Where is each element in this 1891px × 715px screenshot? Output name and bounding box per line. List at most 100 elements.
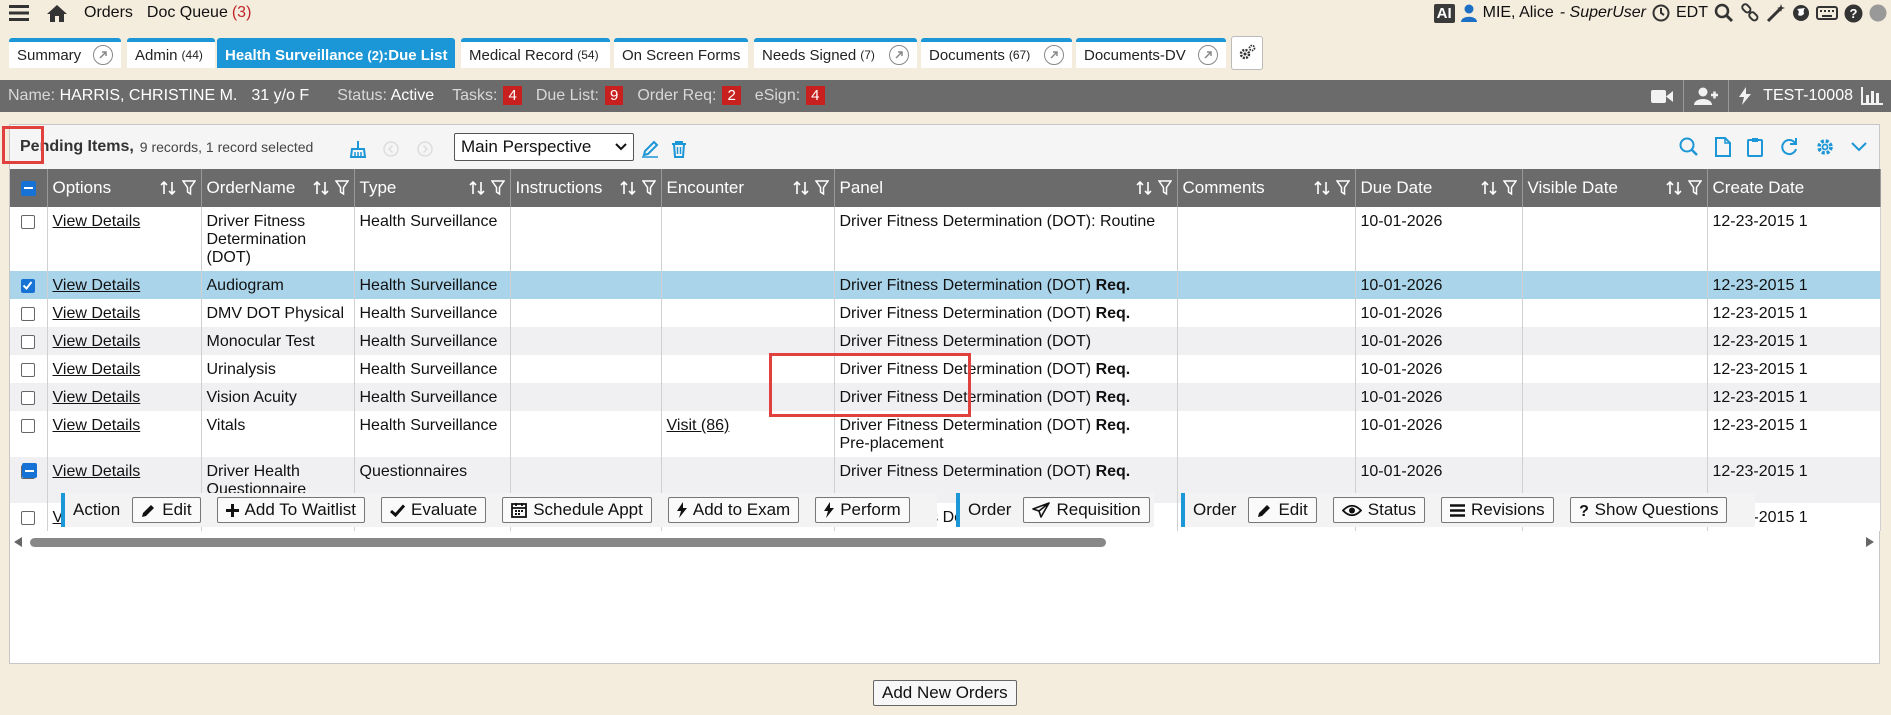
tab-admin[interactable]: Admin (44): [127, 38, 215, 68]
sort-icon[interactable]: [1313, 180, 1330, 196]
sort-icon[interactable]: [312, 180, 329, 196]
add-new-orders-button[interactable]: Add New Orders: [873, 680, 1017, 706]
tab-medical-record[interactable]: Medical Record (54): [461, 38, 610, 68]
row-checkbox[interactable]: [21, 215, 36, 229]
home-icon[interactable]: [44, 0, 70, 26]
row-checkbox-cell[interactable]: [10, 411, 48, 457]
row-checkbox-cell[interactable]: [10, 503, 48, 531]
order-edit-button[interactable]: Edit: [1248, 497, 1317, 523]
open-arrow-icon[interactable]: [889, 45, 909, 65]
lightning-icon[interactable]: [1739, 87, 1752, 105]
open-arrow-icon[interactable]: [93, 45, 113, 65]
add-to-exam-button[interactable]: Add to Exam: [667, 497, 800, 523]
table-row[interactable]: View Details Driver Fitness Determination…: [10, 207, 1881, 271]
row-checkbox[interactable]: [21, 511, 36, 525]
add-user-icon[interactable]: [1694, 87, 1719, 105]
filter-icon[interactable]: [1335, 180, 1350, 196]
tab-health-surveillance[interactable]: Health Surveillance (2):Due List: [217, 38, 455, 68]
table-row[interactable]: View Details Vitals Health Surveillance Vis…: [10, 411, 1881, 457]
filter-icon[interactable]: [1687, 180, 1702, 196]
view-details-link[interactable]: View Details: [53, 305, 141, 322]
encounter-link[interactable]: Visit (86): [667, 417, 730, 434]
user-name[interactable]: MIE, Alice: [1483, 4, 1554, 22]
tab-documents-dv[interactable]: Documents-DV: [1076, 38, 1226, 68]
column-header[interactable]: Encounter: [661, 169, 835, 207]
magic-wand-icon[interactable]: [1766, 3, 1786, 23]
trash-icon[interactable]: [671, 140, 687, 158]
sort-icon[interactable]: [1665, 180, 1682, 196]
perform-button[interactable]: Perform: [815, 497, 910, 523]
show-questions-button[interactable]: ? Show Questions: [1569, 497, 1728, 523]
row-checkbox-cell[interactable]: [10, 327, 48, 355]
table-row[interactable]: View Details Audiogram Health Surveillance…: [10, 271, 1881, 299]
status-button[interactable]: Status: [1332, 497, 1425, 523]
row-checkbox-cell[interactable]: [10, 383, 48, 411]
edit-button[interactable]: Edit: [132, 497, 201, 523]
video-camera-icon[interactable]: [1651, 89, 1674, 104]
deselect-all-checkbox[interactable]: [21, 180, 36, 196]
scroll-left-icon[interactable]: [14, 537, 22, 547]
sort-icon[interactable]: [1480, 180, 1497, 196]
esign-indicator[interactable]: eSign: 4: [755, 86, 825, 105]
doc-queue-link[interactable]: Doc Queue (3): [147, 4, 252, 22]
collapse-actions-checkbox[interactable]: [22, 463, 37, 478]
filter-icon[interactable]: [181, 180, 196, 196]
perspective-select[interactable]: Main Perspective: [454, 133, 634, 161]
sort-icon[interactable]: [1135, 180, 1152, 196]
filter-icon[interactable]: [490, 180, 505, 196]
tab-needs-signed[interactable]: Needs Signed (7): [754, 38, 917, 68]
view-details-link[interactable]: View Details: [53, 361, 141, 378]
evaluate-button[interactable]: Evaluate: [381, 497, 487, 523]
search-icon[interactable]: [1714, 3, 1734, 23]
column-header[interactable]: Instructions: [510, 169, 662, 207]
add-to-waitlist-button[interactable]: Add To Waitlist: [216, 497, 366, 523]
pencil-icon[interactable]: [641, 140, 659, 158]
column-header[interactable]: Comments: [1177, 169, 1356, 207]
tab-summary[interactable]: Summary: [9, 38, 121, 68]
broom-icon[interactable]: [349, 140, 367, 158]
globe-icon[interactable]: [1792, 4, 1810, 22]
tab-documents[interactable]: Documents (67): [921, 38, 1072, 68]
sort-icon[interactable]: [159, 180, 176, 196]
view-details-link[interactable]: View Details: [53, 333, 141, 350]
schedule-appt-button[interactable]: Schedule Appt: [502, 497, 652, 523]
column-header[interactable]: OrderName: [201, 169, 355, 207]
filter-icon[interactable]: [814, 180, 829, 196]
scroll-right-icon[interactable]: [1866, 537, 1874, 547]
filter-icon[interactable]: [334, 180, 349, 196]
chevron-down-icon[interactable]: [1851, 142, 1867, 152]
row-checkbox-cell[interactable]: [10, 299, 48, 327]
row-checkbox[interactable]: [21, 307, 36, 321]
previous-icon[interactable]: [383, 141, 399, 157]
horizontal-scrollbar[interactable]: [10, 535, 1880, 549]
select-all-header[interactable]: [10, 169, 48, 207]
sort-icon[interactable]: [619, 180, 636, 196]
due-list-indicator[interactable]: Due List: 9: [536, 86, 624, 105]
view-details-link[interactable]: View Details: [53, 213, 141, 230]
revisions-button[interactable]: Revisions: [1440, 497, 1554, 523]
view-details-link[interactable]: View Details: [53, 389, 141, 406]
row-checkbox[interactable]: [21, 419, 36, 433]
column-header[interactable]: Create Date: [1707, 169, 1881, 207]
open-arrow-icon[interactable]: [1198, 45, 1218, 65]
table-row[interactable]: View Details DMV DOT Physical Health Surve…: [10, 299, 1881, 327]
sort-icon[interactable]: [792, 180, 809, 196]
order-req-indicator[interactable]: Order Req: 2: [637, 86, 741, 105]
filter-icon[interactable]: [641, 180, 656, 196]
row-checkbox[interactable]: [21, 363, 36, 377]
tab-on-screen-forms[interactable]: On Screen Forms: [614, 38, 748, 68]
patient-name[interactable]: Name: HARRIS, CHRISTINE M.: [8, 87, 237, 105]
view-details-link[interactable]: View Details: [53, 277, 141, 294]
table-row[interactable]: View Details Monocular Test Health Surveil…: [10, 327, 1881, 355]
view-details-link[interactable]: View Details: [53, 463, 141, 480]
document-icon[interactable]: [1715, 137, 1731, 157]
row-checkbox[interactable]: [21, 391, 36, 405]
hamburger-menu-icon[interactable]: [6, 0, 32, 26]
open-arrow-icon[interactable]: [1044, 45, 1064, 65]
column-header[interactable]: Type: [354, 169, 511, 207]
gear-icon[interactable]: [1815, 137, 1835, 157]
row-checkbox-cell[interactable]: [10, 355, 48, 383]
link-icon[interactable]: [1740, 3, 1760, 23]
orders-link[interactable]: Orders: [84, 4, 133, 22]
filter-icon[interactable]: [1502, 180, 1517, 196]
